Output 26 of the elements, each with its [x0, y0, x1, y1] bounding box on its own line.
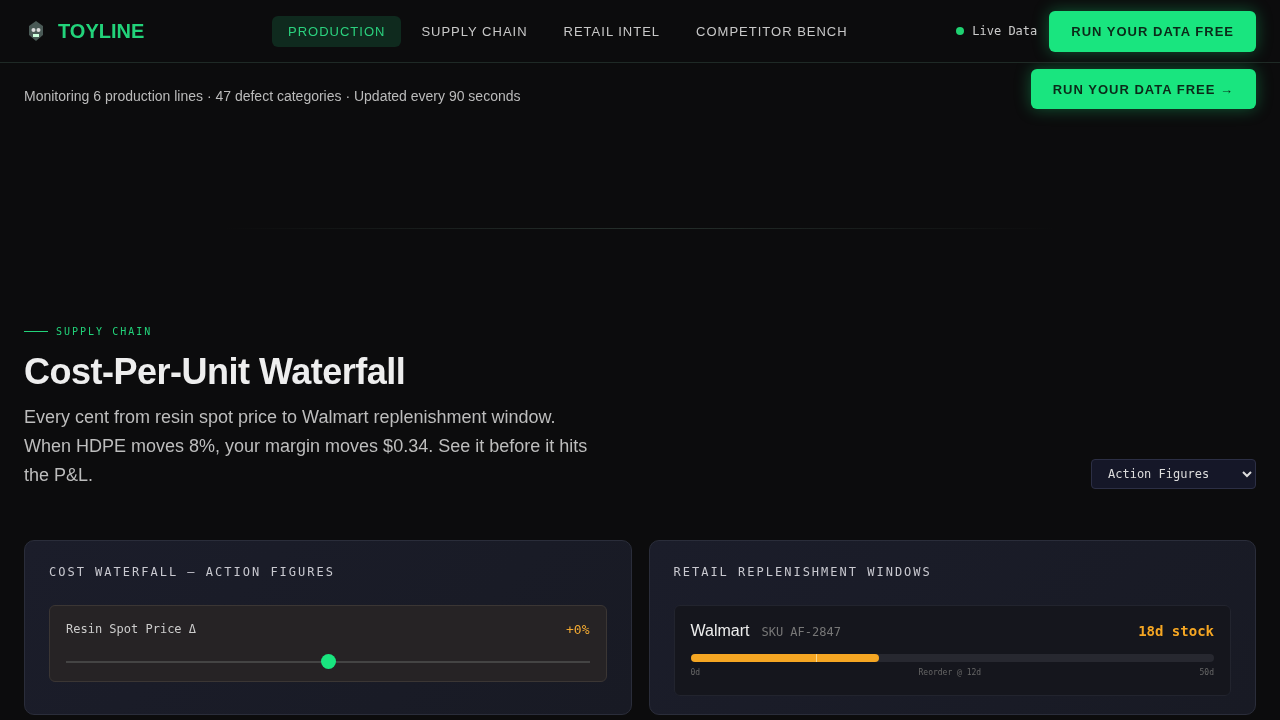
live-data-label: Live Data: [972, 24, 1038, 38]
reorder-label: Reorder @ 12d: [918, 668, 982, 677]
section-eyebrow: SUPPLY CHAIN: [56, 326, 153, 337]
reorder-marker: [816, 654, 818, 662]
brand-name: TOYLINE: [58, 19, 145, 43]
section-title: Cost-Per-Unit Waterfall: [24, 351, 407, 393]
sku-label: SKU AF-2847: [761, 625, 841, 639]
nav-tab[interactable]: SUPPLY CHAIN: [405, 15, 544, 47]
nav-tab[interactable]: COMPETITOR BENCH: [680, 15, 864, 47]
card-title: RETAIL REPLENISHMENT WINDOWS: [673, 565, 933, 579]
nav-tab[interactable]: RETAIL INTEL: [547, 15, 677, 47]
slider-label: Resin Spot Price Δ: [66, 622, 197, 637]
section-description: Every cent from resin spot price to Walmart replenishment window. When HDPE moves 8%, your margin moves $0.34. See it before it hits the P&L.: [24, 406, 589, 487]
category-dropdown[interactable]: Action Figures: [1091, 459, 1256, 489]
scale-max: 50d: [1199, 668, 1214, 677]
run-data-button[interactable]: RUN YOUR DATA FREE →: [1030, 69, 1256, 109]
card-title: COST WATERFALL — ACTION FIGURES: [49, 565, 336, 579]
retailer-name: Walmart: [690, 622, 750, 640]
live-status-dot: [956, 27, 965, 35]
slider-thumb[interactable]: [320, 654, 336, 669]
slider-reading: +0%: [566, 622, 590, 637]
run-data-button[interactable]: RUN YOUR DATA FREE: [1049, 10, 1256, 52]
scale-min: 0d: [690, 668, 701, 677]
stock-days: 18d stock: [1138, 623, 1214, 639]
nav-tab[interactable]: PRODUCTION: [272, 15, 402, 47]
monitoring-summary: Monitoring 6 production lines · 47 defect categories · Updated every 90 seconds: [24, 88, 521, 104]
